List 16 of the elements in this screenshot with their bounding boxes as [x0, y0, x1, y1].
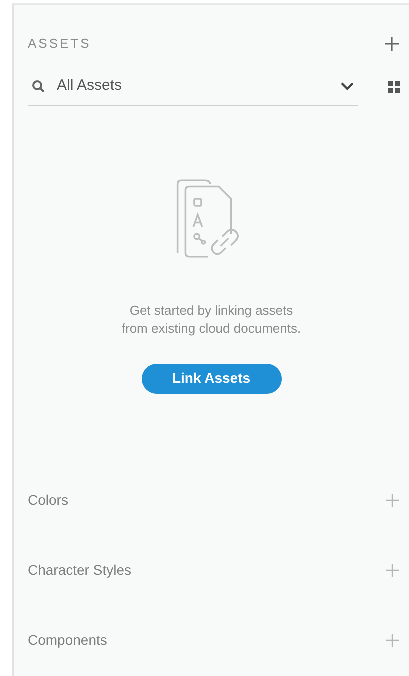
filter-value: All Assets — [57, 76, 124, 96]
section-label[interactable]: Colors — [28, 490, 68, 512]
grid-view-icon[interactable] — [388, 81, 400, 94]
panel-title: ASSETS — [28, 34, 92, 53]
plus-icon — [385, 36, 399, 51]
link-assets-button[interactable]: Link Assets — [142, 364, 282, 394]
plus-icon — [386, 494, 398, 508]
plus-icon — [386, 634, 398, 648]
empty-state-message: Get started by linking assets from existing cloud documents. — [120, 302, 302, 338]
section-label[interactable]: Character Styles — [28, 560, 132, 582]
add-button[interactable] — [383, 34, 401, 53]
search-icon — [32, 80, 45, 94]
plus-icon — [386, 564, 398, 578]
chevron-down-icon — [341, 82, 354, 92]
section-label[interactable]: Components — [28, 630, 108, 652]
asset-filter-dropdown[interactable]: All Assets — [28, 68, 358, 106]
